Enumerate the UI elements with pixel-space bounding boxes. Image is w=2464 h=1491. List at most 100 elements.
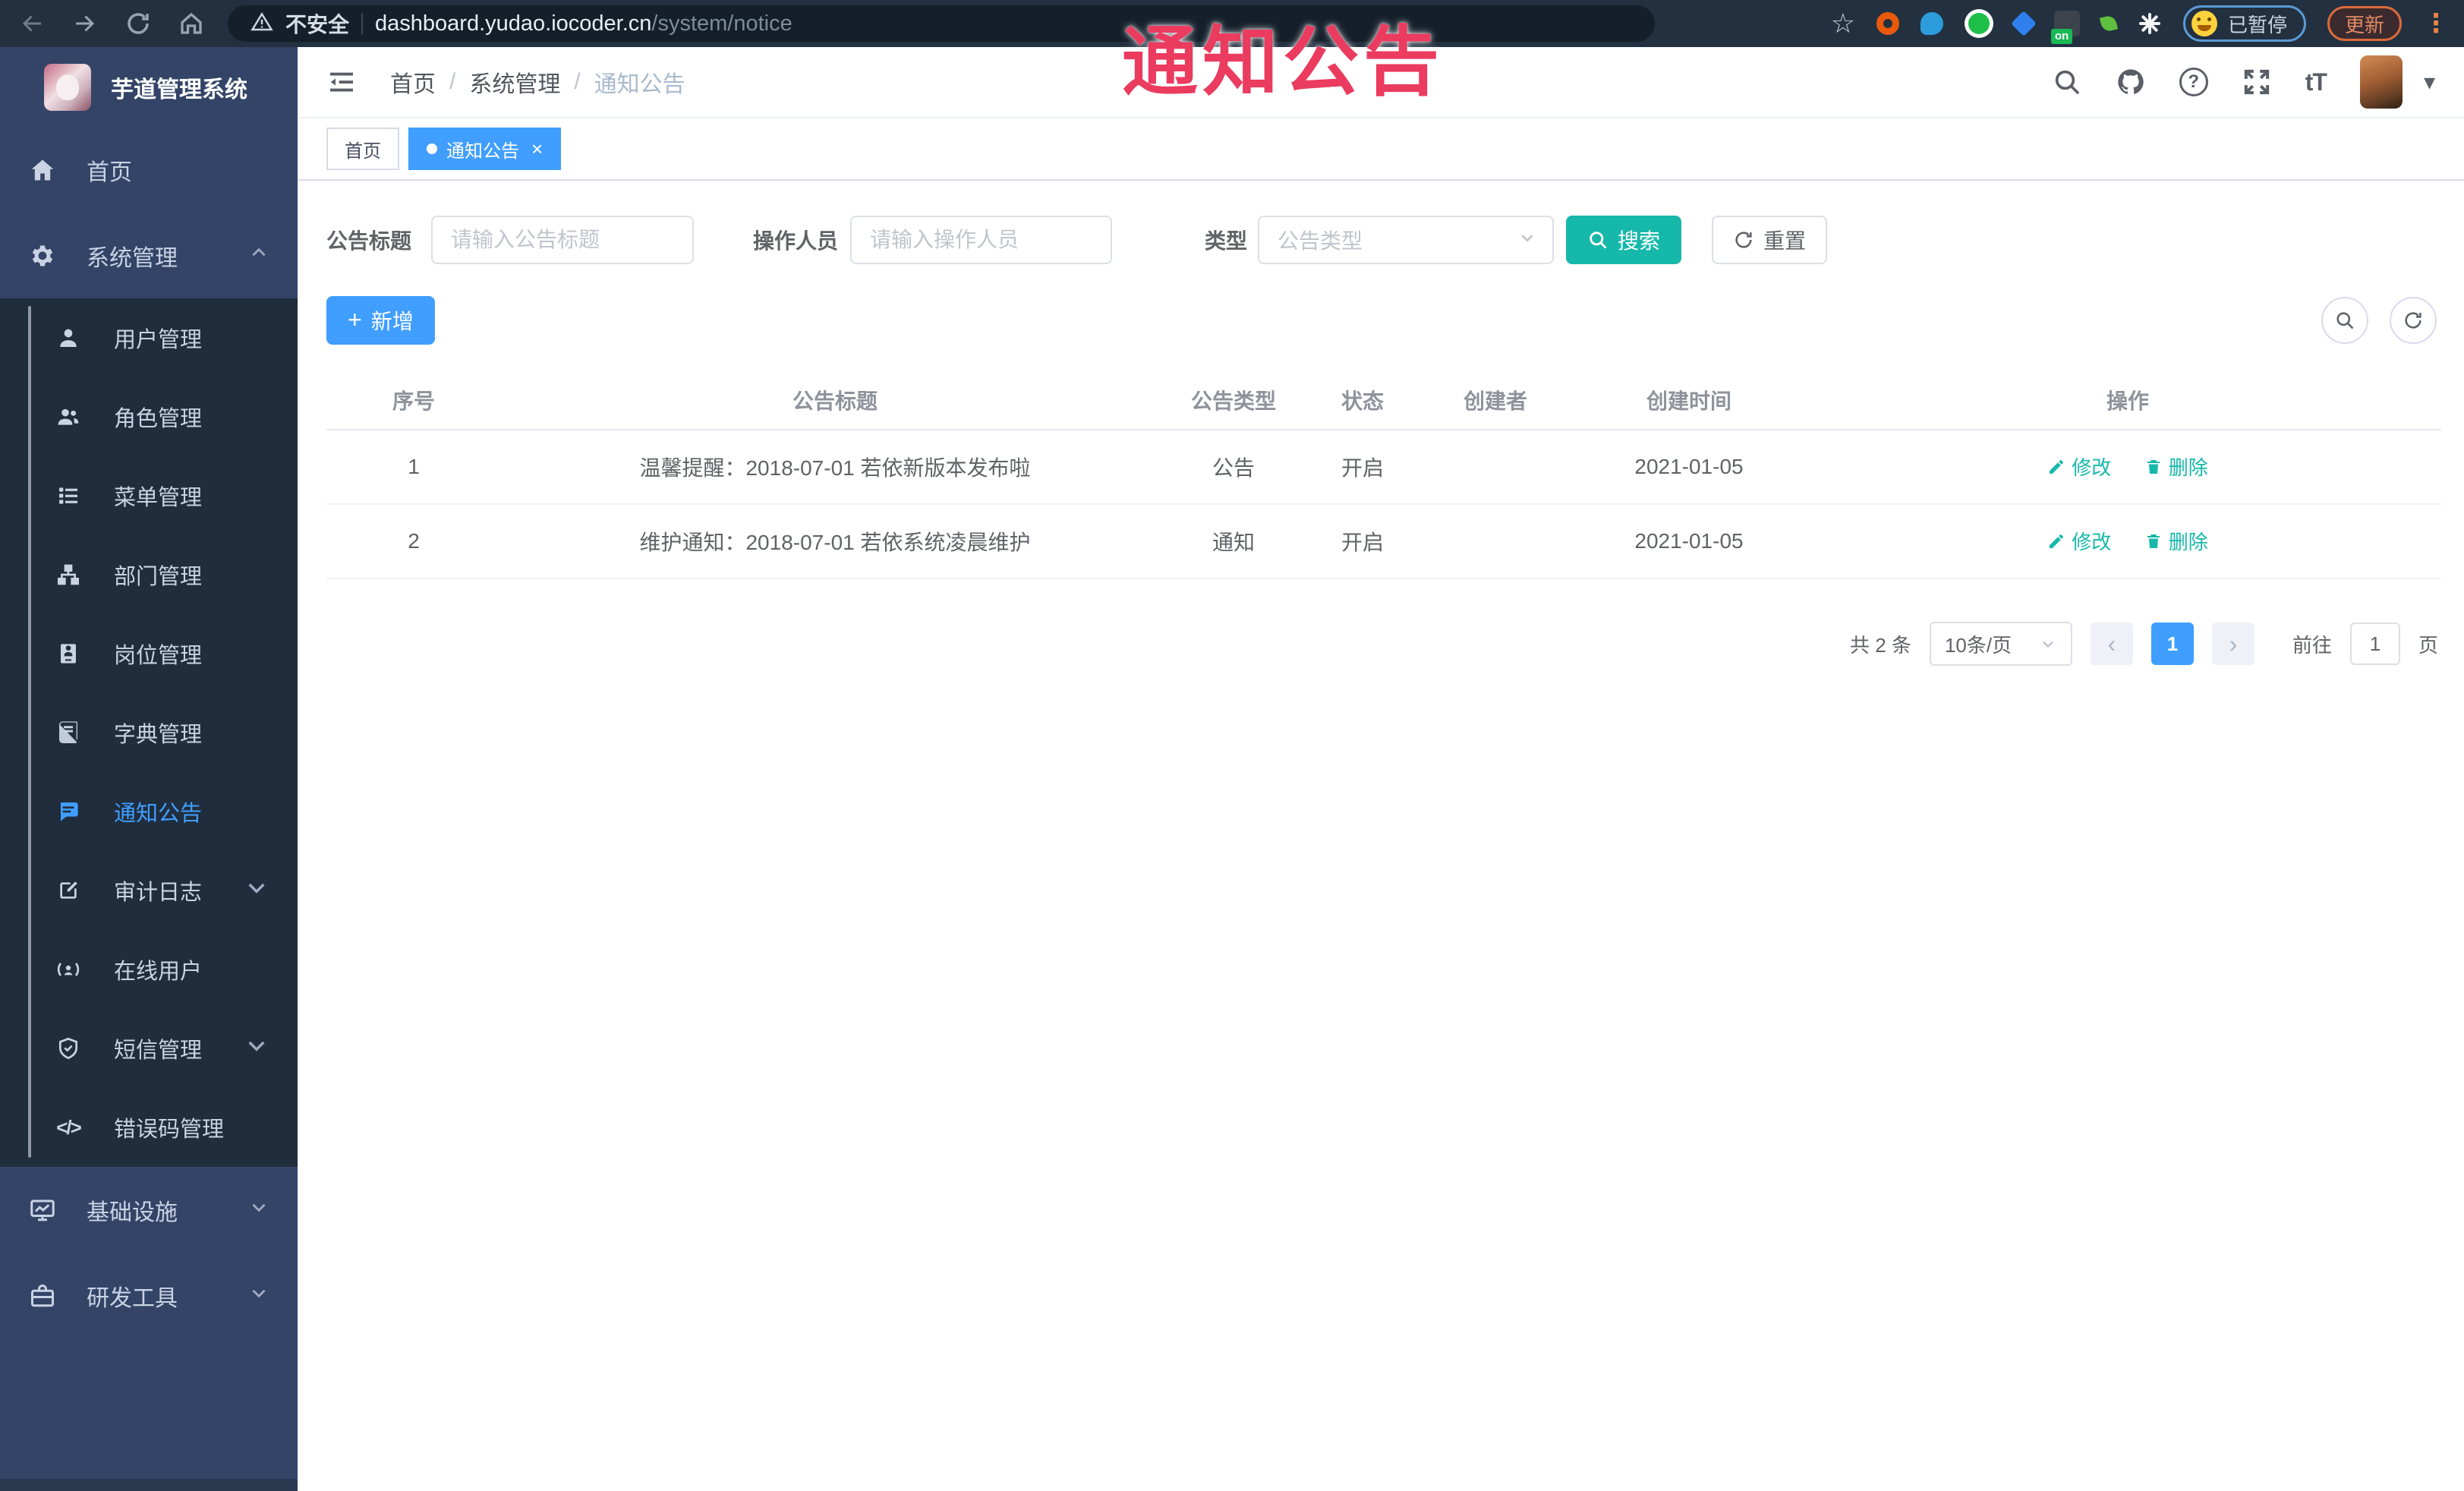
chevron-down-icon [244,875,269,906]
sidebar-item-posts[interactable]: 岗位管理 [0,614,298,693]
edit-link[interactable]: 修改 [2047,527,2111,555]
tab-notices[interactable]: 通知公告 × [408,128,562,170]
sidebar-item-users[interactable]: 用户管理 [0,298,298,377]
font-size-icon[interactable]: tT [2305,68,2327,96]
add-button-label: 新增 [370,310,414,333]
extension-orange-ring-icon[interactable] [1876,12,1899,35]
pencil-icon [2050,459,2064,474]
bookmark-star-icon[interactable]: ☆ [1831,10,1855,37]
sidebar-item-sms[interactable]: 短信管理 [0,1009,298,1088]
cell-actions: 修改 删除 [1814,504,2441,579]
table-row: 2 维护通知：2018-07-01 若依系统凌晨维护 通知 开启 2021-01… [326,504,2441,579]
tab-close-icon[interactable]: × [531,139,543,159]
sidebar-scrollbar[interactable] [28,306,31,1158]
active-tab-dot [427,143,437,154]
sidebar-item-home[interactable]: 首页 [0,127,298,213]
menu-fold-icon[interactable] [326,67,357,97]
app-logo-row[interactable]: 芋道管理系统 [0,47,298,127]
breadcrumb-home[interactable]: 首页 [390,65,436,99]
extension-blue-pin-icon[interactable] [1920,12,1943,35]
security-label[interactable]: 不安全 [285,8,349,39]
filter-operator-input[interactable] [850,216,1113,264]
sidebar-item-label: 基础设施 [87,1199,178,1225]
sidebar-item-label: 审计日志 [114,881,203,905]
breadcrumb-system[interactable]: 系统管理 [469,65,560,99]
cell-status: 开启 [1298,430,1427,505]
sidebar-item-label: 字典管理 [114,723,203,747]
cell-actions: 修改 删除 [1814,430,2441,505]
gear-icon [32,245,53,266]
code-icon: </> [56,1115,82,1139]
filter-title-input[interactable] [431,216,695,264]
goto-unit: 页 [2418,633,2438,657]
breadcrumb-separator: / [574,69,581,94]
edit-square-icon [60,881,77,899]
sidebar-item-menus[interactable]: 菜单管理 [0,456,298,535]
url-divider [361,13,364,34]
goto-page-input[interactable] [2349,623,2400,665]
user-avatar[interactable] [2359,55,2403,109]
browser-update-button[interactable]: 更新 [2327,6,2402,41]
filter-type-label: 类型 [1205,229,1248,253]
help-icon[interactable]: ? [2179,68,2208,96]
sidebar-item-departments[interactable]: 部门管理 [0,535,298,614]
next-page-button[interactable]: › [2211,623,2254,665]
delete-link-label: 删除 [2168,456,2208,480]
header-search-icon[interactable] [2052,67,2082,97]
toggle-search-button[interactable] [2321,297,2368,344]
col-header-created: 创建时间 [1564,370,1814,430]
extension-green-circle-icon[interactable] [1964,9,1993,38]
add-button[interactable]: + 新增 [326,296,435,345]
cell-created: 2021-01-05 [1564,430,1814,505]
sidebar-item-audit-logs[interactable]: 审计日志 [0,851,298,930]
url-text[interactable]: dashboard.yudao.iocoder.cn/system/notice [375,11,792,36]
emoji-avatar-icon [2191,11,2217,36]
sidebar-item-roles[interactable]: 角色管理 [0,377,298,456]
paused-label: 已暂停 [2227,13,2287,36]
search-button[interactable]: 搜索 [1566,216,1682,264]
col-header-creator: 创建者 [1427,370,1564,430]
delete-link[interactable]: 删除 [2144,527,2208,555]
question-glyph: ? [2188,71,2200,92]
avatar-caret-icon[interactable]: ▾ [2424,69,2435,96]
sidebar-item-error-codes[interactable]: </> 错误码管理 [0,1088,298,1167]
col-header-actions: 操作 [1814,370,2441,430]
col-header-no: 序号 [326,370,501,430]
extension-white-flower-icon[interactable] [2138,11,2162,36]
url-host: dashboard.yudao.iocoder.cn [375,11,652,36]
home-browser-icon[interactable] [178,10,205,37]
pencil-icon [2050,534,2064,548]
sidebar-item-online-users[interactable]: 在线用户 [0,930,298,1009]
delete-link[interactable]: 删除 [2144,452,2208,481]
extension-proxy-icon[interactable]: on [2050,11,2080,44]
extension-blue-gem-icon[interactable] [2010,11,2037,36]
profile-paused-pill[interactable]: 已暂停 [2182,5,2306,42]
sidebar-item-dev-tools[interactable]: 研发工具 [0,1253,298,1338]
sidebar-item-dicts[interactable]: 字典管理 [0,693,298,772]
reload-icon[interactable] [124,10,152,37]
sidebar-item-system[interactable]: 系统管理 [0,213,298,298]
users-icon [58,408,79,425]
edit-link[interactable]: 修改 [2047,452,2111,481]
current-page-button[interactable]: 1 [2150,623,2194,665]
fullscreen-icon[interactable] [2242,67,2272,97]
github-icon[interactable] [2116,67,2146,97]
back-icon[interactable] [18,10,46,37]
sidebar-item-label: 研发工具 [87,1285,178,1311]
browser-menu-icon[interactable]: ⋮ [2423,8,2449,39]
table-header-row: 序号 公告标题 公告类型 状态 创建者 创建时间 操作 [326,370,2441,430]
reset-button[interactable]: 重置 [1712,216,1828,264]
sidebar-item-infrastructure[interactable]: 基础设施 [0,1167,298,1253]
prev-page-button[interactable]: ‹ [2090,623,2133,665]
notice-table: 序号 公告标题 公告类型 状态 创建者 创建时间 操作 1 温馨提醒：2018-… [326,370,2441,579]
refresh-table-button[interactable] [2390,297,2437,344]
sidebar-item-notices[interactable]: 通知公告 [0,772,298,851]
page-size-select[interactable]: 10条/页 [1929,622,2072,666]
tab-home[interactable]: 首页 [326,128,399,170]
edit-link-label: 修改 [2072,531,2112,554]
table-row: 1 温馨提醒：2018-07-01 若依新版本发布啦 公告 开启 2021-01… [326,430,2441,505]
forward-icon[interactable] [71,10,99,37]
filter-type-select[interactable]: 公告类型 [1258,216,1555,264]
main-area: 首页 / 系统管理 / 通知公告 ? tT ▾ 首页 通知公告 × 公告标题 请… [298,47,2464,1491]
extension-green-sprout-icon[interactable] [2099,14,2119,33]
